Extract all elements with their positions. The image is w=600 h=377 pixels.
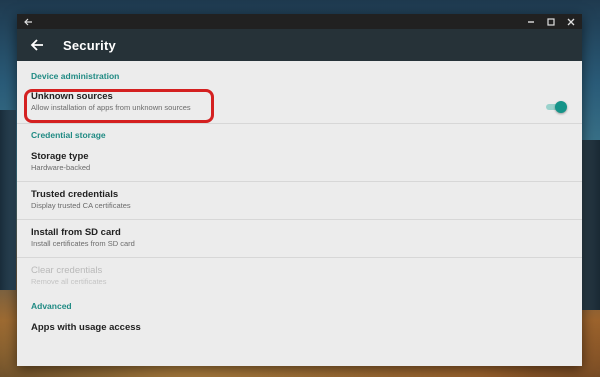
settings-list: Device administration Unknown sources Al… <box>17 61 582 342</box>
pref-trusted-credentials[interactable]: Trusted credentials Display trusted CA c… <box>17 182 582 220</box>
wallpaper-building <box>0 110 16 290</box>
pref-title: Install from SD card <box>31 227 121 238</box>
pref-apps-with-usage-access[interactable]: Apps with usage access <box>17 315 582 342</box>
pref-title: Storage type <box>31 151 89 162</box>
section-header-device-administration: Device administration <box>31 71 120 81</box>
maximize-icon[interactable] <box>546 17 556 27</box>
pref-title: Apps with usage access <box>31 322 141 333</box>
toggle-thumb <box>555 101 567 113</box>
pref-summary: Install certificates from SD card <box>31 239 135 248</box>
pref-summary: Remove all certificates <box>31 277 107 286</box>
annotation-highlight <box>24 89 214 123</box>
pref-title: Trusted credentials <box>31 189 119 200</box>
wallpaper-building <box>582 140 600 310</box>
section-header-credential-storage: Credential storage <box>31 130 106 140</box>
pref-clear-credentials: Clear credentials Remove all certificate… <box>17 258 582 295</box>
pref-storage-type[interactable]: Storage type Hardware-backed <box>17 144 582 182</box>
minimize-icon[interactable] <box>526 17 536 27</box>
pref-unknown-sources[interactable]: Unknown sources Allow installation of ap… <box>17 85 582 124</box>
unknown-sources-toggle[interactable] <box>544 101 567 113</box>
close-icon[interactable] <box>566 17 576 27</box>
app-bar: Security <box>17 29 582 61</box>
window-titlebar <box>17 14 582 29</box>
back-arrow-icon[interactable] <box>29 37 45 53</box>
pref-summary: Display trusted CA certificates <box>31 201 131 210</box>
page-title: Security <box>63 37 116 53</box>
back-arrow-icon[interactable] <box>23 17 33 27</box>
section-header-advanced: Advanced <box>31 301 72 311</box>
settings-window: Security Device administration Unknown s… <box>17 14 582 366</box>
pref-install-from-sd-card[interactable]: Install from SD card Install certificate… <box>17 220 582 258</box>
pref-summary: Hardware-backed <box>31 163 91 172</box>
pref-title: Clear credentials <box>31 265 103 276</box>
